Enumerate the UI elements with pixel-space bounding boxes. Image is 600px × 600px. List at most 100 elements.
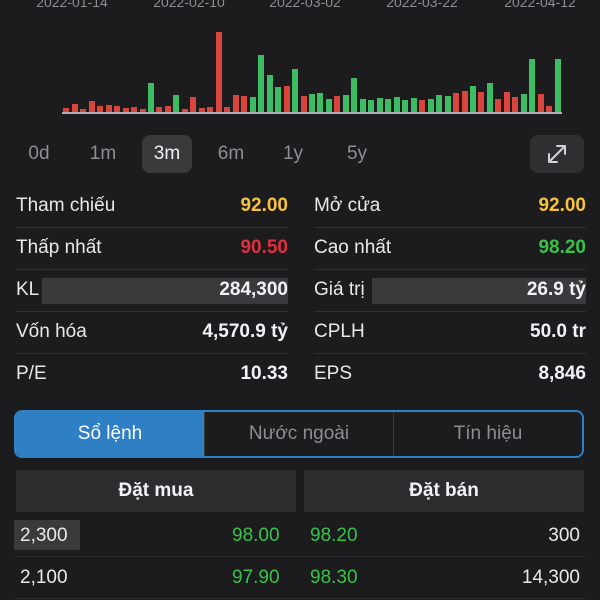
sell-price: 98.20 [310, 525, 358, 546]
stat-value: 26.9 tỷ [526, 279, 586, 300]
stat-label: Tham chiếu [16, 195, 116, 216]
stat-row: CPLH 50.0 tr [314, 312, 586, 354]
buy-quantity: 2,300 [20, 525, 68, 546]
volume-bar [88, 101, 95, 112]
volume-bar [215, 32, 222, 112]
volume-bar [436, 95, 443, 112]
volume-bar [292, 69, 299, 112]
volume-chart [62, 20, 562, 120]
volume-bar [300, 96, 307, 112]
volume-bar [486, 83, 493, 112]
volume-bar [275, 87, 282, 112]
date-label: 2022-02-10 [153, 0, 225, 10]
volume-bar [198, 108, 205, 112]
range-6m[interactable]: 6m [206, 135, 256, 173]
range-0d[interactable]: 0d [14, 135, 64, 173]
volume-bar [258, 55, 265, 112]
volume-bar [529, 59, 536, 112]
volume-bar [80, 109, 87, 112]
volume-bar [495, 99, 502, 112]
stat-row: Tham chiếu 92.00 [16, 186, 288, 228]
buy-orders-header: Đặt mua [16, 470, 296, 512]
stat-label: Mở cửa [314, 195, 381, 216]
date-label: 2022-01-14 [36, 0, 108, 10]
volume-bar [393, 97, 400, 112]
sell-quantity: 300 [548, 525, 580, 546]
tab-order-book[interactable]: Sổ lệnh [16, 412, 204, 456]
volume-bar [359, 99, 366, 112]
info-tabs: Sổ lệnh Nước ngoài Tín hiệu [14, 410, 584, 458]
orderbook-row[interactable]: 2,100 97.90 98.30 14,300 [14, 556, 586, 599]
stat-row: Thấp nhất 90.50 [16, 228, 288, 270]
volume-bar [376, 98, 383, 112]
volume-bar [444, 96, 451, 112]
volume-bar [63, 108, 70, 112]
stat-row: Vốn hóa 4,570.9 tỷ [16, 312, 288, 354]
stat-label: KL [16, 279, 40, 300]
stat-row: KL 284,300 [16, 270, 288, 312]
stat-value: 90.50 [240, 237, 288, 258]
volume-bar [97, 106, 104, 112]
date-label: 2022-04-12 [504, 0, 576, 10]
orderbook-row[interactable]: 2,300 98.00 98.20 300 [14, 514, 586, 557]
stats-right-column: Mở cửa 92.00 Cao nhất 98.20 Giá trị 26.9 tỷ CP… [314, 186, 586, 395]
volume-bar [309, 94, 315, 112]
stat-value: 92.00 [538, 195, 586, 216]
volume-bar [342, 95, 349, 112]
volume-bar [266, 75, 273, 112]
volume-bar [181, 109, 188, 112]
stat-label: Cao nhất [314, 237, 392, 258]
volume-bar [139, 109, 146, 112]
volume-bar [554, 59, 561, 112]
sell-price: 98.30 [310, 567, 358, 588]
range-5y[interactable]: 5y [332, 135, 382, 173]
stat-row: Giá trị 26.9 tỷ [314, 270, 586, 312]
volume-bar [325, 99, 332, 112]
volume-bar [385, 99, 392, 112]
volume-bar [368, 100, 375, 112]
expand-chart-button[interactable] [530, 135, 584, 173]
date-label: 2022-03-02 [269, 0, 341, 10]
stat-value: 98.20 [538, 237, 586, 258]
time-range-selector: 0d 1m 3m 6m 1y 5y [14, 135, 434, 173]
volume-bar [131, 107, 138, 112]
volume-bar [503, 92, 510, 112]
volume-bar [164, 106, 171, 112]
buy-price: 97.90 [232, 567, 280, 588]
stat-value: 50.0 tr [530, 321, 586, 342]
range-1m[interactable]: 1m [78, 135, 128, 173]
volume-bar [427, 99, 434, 112]
volume-bar [241, 96, 248, 112]
volume-bar [410, 98, 417, 112]
volume-bar [453, 93, 460, 112]
stat-label: Vốn hóa [16, 321, 87, 342]
stat-row: EPS 8,846 [314, 354, 586, 395]
buy-quantity: 2,100 [20, 567, 68, 588]
volume-bar [122, 108, 129, 112]
sell-orders-header: Đặt bán [304, 470, 584, 512]
volume-bar [114, 106, 121, 112]
volume-bar [402, 100, 409, 112]
tab-signals[interactable]: Tín hiệu [393, 412, 582, 456]
volume-bar [512, 97, 519, 112]
range-1y[interactable]: 1y [268, 135, 318, 173]
volume-bar [71, 104, 78, 112]
volume-bar [190, 97, 197, 112]
stat-value: 8,846 [538, 363, 586, 384]
volume-bar [105, 105, 112, 112]
date-axis: 2022-01-14 2022-02-10 2022-03-02 2022-03-22… [0, 0, 600, 14]
stat-label: CPLH [314, 321, 365, 342]
expand-icon [548, 145, 566, 163]
volume-bar [317, 93, 324, 112]
stat-value: 10.33 [240, 363, 288, 384]
stat-row: P/E 10.33 [16, 354, 288, 395]
volume-bar [334, 96, 341, 112]
stat-label: EPS [314, 363, 353, 384]
volume-bar [478, 92, 485, 112]
stat-label: P/E [16, 363, 47, 384]
stat-row: Cao nhất 98.20 [314, 228, 586, 270]
range-3m[interactable]: 3m [142, 135, 192, 173]
volume-bar [461, 91, 468, 112]
tab-foreign[interactable]: Nước ngoài [204, 412, 393, 456]
volume-bar [470, 86, 477, 112]
